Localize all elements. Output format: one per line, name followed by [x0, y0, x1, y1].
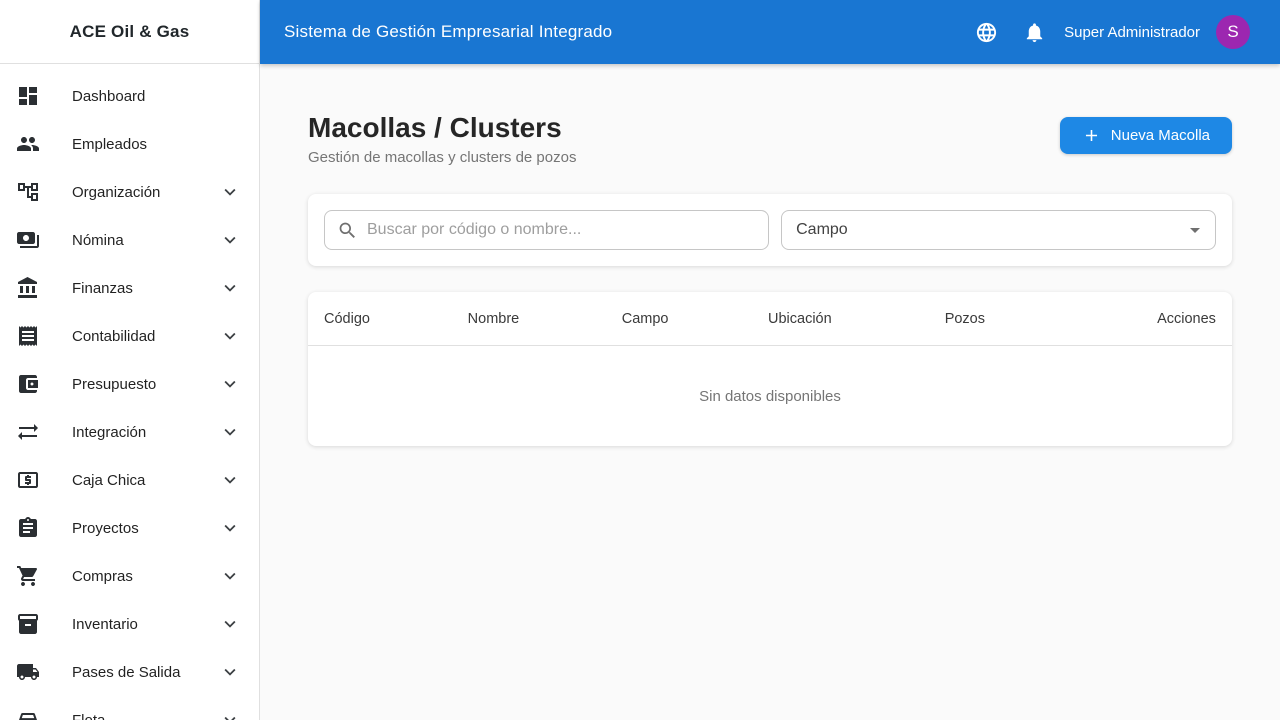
main-content: Macollas / Clusters Gestión de macollas … — [260, 64, 1280, 720]
sidebar-item-flota[interactable]: Flota — [0, 696, 259, 720]
search-input[interactable] — [367, 221, 757, 240]
user-name: Super Administrador — [1064, 23, 1200, 41]
people-icon — [17, 137, 39, 151]
chevron-down-icon — [224, 620, 236, 628]
new-macolla-label: Nueva Macolla — [1110, 127, 1210, 144]
sidebar-nav: Dashboard Empleados Organización Nómina … — [0, 64, 259, 720]
chevron-down-icon — [224, 332, 236, 340]
table-column-header: Nombre — [467, 310, 520, 327]
truck-icon — [17, 664, 39, 680]
table-column-header: Pozos — [944, 310, 985, 327]
sidebar-item-compras[interactable]: Compras — [0, 552, 259, 600]
sidebar-item-label: Inventario — [72, 615, 138, 633]
campo-select[interactable]: Campo — [781, 210, 1216, 251]
sidebar-item-label: Compras — [72, 567, 133, 585]
page-header: Macollas / Clusters Gestión de macollas … — [308, 112, 1232, 166]
filter-card: Campo — [308, 194, 1232, 267]
sidebar-item-contabilidad[interactable]: Contabilidad — [0, 312, 259, 360]
sidebar-item-integracion[interactable]: Integración — [0, 408, 259, 456]
sidebar-item-nomina[interactable]: Nómina — [0, 216, 259, 264]
sidebar-item-caja-chica[interactable]: Caja Chica — [0, 456, 259, 504]
chevron-down-icon — [224, 524, 236, 532]
sidebar-item-presupuesto[interactable]: Presupuesto — [0, 360, 259, 408]
chevron-down-icon — [224, 284, 236, 292]
sidebar-item-label: Flota — [72, 711, 106, 720]
sidebar-item-inventario[interactable]: Inventario — [0, 600, 259, 648]
sidebar: ACE Oil & Gas Dashboard Empleados Organi… — [0, 0, 260, 720]
top-bar-actions: Super Administrador S — [974, 15, 1250, 49]
search-box — [324, 210, 770, 251]
dropdown-arrow-icon — [1190, 228, 1200, 234]
top-bar: Sistema de Gestión Empresarial Integrado… — [260, 0, 1280, 64]
dashboard-icon — [19, 87, 37, 105]
brand-name: ACE Oil & Gas — [69, 21, 190, 41]
cash-box-icon — [18, 472, 38, 488]
receipt-icon — [19, 326, 37, 346]
clipboard-icon — [19, 517, 37, 537]
wallet-icon — [19, 375, 38, 393]
sidebar-item-label: Nómina — [72, 231, 124, 249]
sidebar-item-label: Contabilidad — [72, 327, 156, 345]
table-header-row: Código Nombre Campo Ubicación Pozos Acciones — [308, 292, 1232, 347]
car-icon — [19, 713, 37, 720]
org-tree-icon — [18, 183, 38, 201]
bank-icon — [18, 277, 37, 298]
sidebar-item-label: Caja Chica — [72, 471, 146, 489]
notifications-button[interactable] — [1022, 20, 1046, 44]
chevron-down-icon — [224, 428, 236, 436]
chevron-down-icon — [224, 380, 236, 388]
app-root: ACE Oil & Gas Dashboard Empleados Organi… — [0, 0, 1280, 720]
sidebar-item-pases-de-salida[interactable]: Pases de Salida — [0, 648, 259, 696]
sidebar-item-label: Proyectos — [72, 519, 139, 537]
swap-arrows-icon — [18, 424, 38, 440]
sidebar-item-proyectos[interactable]: Proyectos — [0, 504, 259, 552]
shopping-cart-icon — [17, 566, 37, 586]
sidebar-item-finanzas[interactable]: Finanzas — [0, 264, 259, 312]
chevron-down-icon — [224, 236, 236, 244]
plus-icon — [1085, 129, 1097, 142]
sidebar-item-dashboard[interactable]: Dashboard — [0, 72, 259, 120]
chevron-down-icon — [224, 476, 236, 484]
table-empty-state: Sin datos disponibles — [699, 387, 841, 405]
globe-icon — [976, 22, 996, 42]
chevron-down-icon — [224, 716, 236, 720]
table-column-header: Campo — [621, 310, 669, 327]
page-subtitle: Gestión de macollas y clusters de pozos — [308, 149, 577, 167]
payments-icon — [17, 232, 39, 248]
sidebar-item-label: Organización — [72, 183, 161, 201]
inventory-box-icon — [18, 614, 38, 634]
bell-icon — [1026, 22, 1042, 42]
table-column-header: Ubicación — [768, 310, 832, 327]
page-title: Macollas / Clusters — [308, 112, 562, 143]
table-column-header: Código — [324, 310, 370, 327]
language-button[interactable] — [974, 20, 998, 44]
sidebar-item-label: Finanzas — [72, 279, 133, 297]
sidebar-item-label: Pases de Salida — [72, 663, 181, 681]
sidebar-item-label: Dashboard — [72, 87, 146, 105]
app-title: Sistema de Gestión Empresarial Integrado — [284, 22, 613, 41]
chevron-down-icon — [224, 668, 236, 676]
table-card: Código Nombre Campo Ubicación Pozos Acciones … — [308, 292, 1232, 447]
table-column-header: Acciones — [1157, 310, 1216, 327]
sidebar-item-label: Empleados — [72, 135, 148, 153]
sidebar-item-organizacion[interactable]: Organización — [0, 168, 259, 216]
search-icon — [339, 222, 355, 238]
campo-select-value: Campo — [796, 221, 848, 239]
right-pane: Sistema de Gestión Empresarial Integrado… — [260, 0, 1280, 720]
chevron-down-icon — [224, 188, 236, 196]
new-macolla-button[interactable]: Nueva Macolla — [1059, 117, 1232, 154]
chevron-down-icon — [224, 572, 236, 580]
brand: ACE Oil & Gas — [0, 0, 259, 64]
avatar-initial: S — [1227, 22, 1239, 41]
sidebar-item-empleados[interactable]: Empleados — [0, 120, 259, 168]
sidebar-item-label: Integración — [72, 423, 147, 441]
user-avatar[interactable]: S — [1216, 15, 1250, 49]
sidebar-item-label: Presupuesto — [72, 375, 157, 393]
page-heading-group: Macollas / Clusters Gestión de macollas … — [308, 112, 576, 166]
